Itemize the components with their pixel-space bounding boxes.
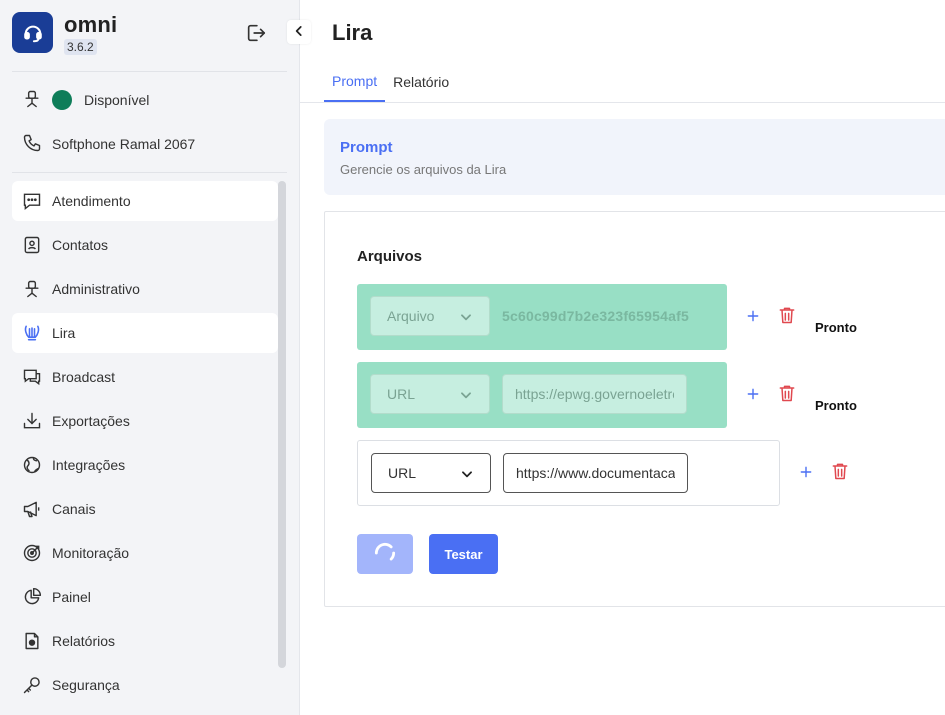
softphone[interactable]: Softphone Ramal 2067 bbox=[22, 133, 195, 155]
chevron-down-icon bbox=[459, 310, 473, 327]
file-type-select[interactable]: URL bbox=[370, 374, 490, 414]
sidebar-item-administrativo[interactable]: Administrativo bbox=[12, 269, 278, 309]
file-type-value: URL bbox=[387, 386, 416, 402]
sidebar-item-canais[interactable]: Canais bbox=[12, 489, 278, 529]
tabs-divider bbox=[300, 102, 945, 103]
status-label: Disponível bbox=[84, 92, 150, 108]
softphone-label: Softphone Ramal 2067 bbox=[52, 136, 196, 152]
tab-prompt[interactable]: Prompt bbox=[324, 62, 386, 102]
section-title: Prompt bbox=[340, 139, 393, 156]
chevron-left-icon bbox=[292, 24, 306, 41]
headset-desk-icon bbox=[22, 89, 42, 112]
sidebar-item-label: Atendimento bbox=[52, 193, 131, 209]
sidebar-item-broadcast[interactable]: Broadcast bbox=[12, 357, 278, 397]
tab-relatorio[interactable]: Relatório bbox=[385, 62, 457, 102]
sidebar-item-seguranca[interactable]: Segurança bbox=[12, 665, 278, 705]
section-header: Prompt Gerencie os arquivos da Lira bbox=[324, 119, 945, 195]
row-status: Pronto bbox=[815, 320, 857, 335]
lyre-icon bbox=[22, 323, 42, 343]
plus-icon bbox=[799, 465, 813, 482]
file-row: Arquivo 5c60c99d7b2e323f65954af5 bbox=[357, 284, 727, 350]
sidebar-item-label: Lira bbox=[52, 325, 76, 341]
sidebar-nav: Atendimento Contatos Administrativo Lira… bbox=[12, 181, 278, 709]
status-dot bbox=[52, 90, 72, 110]
tabs: Prompt Relatório bbox=[324, 62, 457, 102]
chat-bubbles-icon bbox=[22, 367, 42, 387]
sidebar-item-label: Monitoração bbox=[52, 545, 130, 561]
sidebar-item-label: Administrativo bbox=[52, 281, 140, 297]
chevron-down-icon bbox=[460, 467, 474, 484]
plus-icon bbox=[746, 309, 760, 326]
file-row: URL bbox=[357, 362, 727, 428]
url-input[interactable] bbox=[502, 374, 687, 414]
sidebar-item-painel[interactable]: Painel bbox=[12, 577, 278, 617]
sidebar-item-relatorios[interactable]: Relatórios bbox=[12, 621, 278, 661]
plus-icon bbox=[746, 387, 760, 404]
logout-icon[interactable] bbox=[245, 22, 267, 44]
sidebar: omni 3.6.2 Disponível Softphone Ramal 20… bbox=[0, 0, 300, 715]
trash-icon bbox=[777, 304, 797, 329]
pie-chart-icon bbox=[22, 587, 42, 607]
chat-dots-icon bbox=[22, 191, 42, 211]
megaphone-icon bbox=[22, 499, 42, 519]
page-title: Lira bbox=[332, 20, 373, 45]
omni-logo-icon bbox=[12, 12, 53, 53]
files-title: Arquivos bbox=[357, 248, 423, 265]
report-file-icon bbox=[22, 631, 42, 651]
sidebar-item-lira[interactable]: Lira bbox=[12, 313, 278, 353]
sidebar-item-label: Canais bbox=[52, 501, 96, 517]
file-type-select[interactable]: Arquivo bbox=[370, 296, 490, 336]
collapse-sidebar-button[interactable] bbox=[287, 20, 311, 44]
delete-row-button[interactable] bbox=[777, 383, 797, 405]
sidebar-item-integracoes[interactable]: Integrações bbox=[12, 445, 278, 485]
sidebar-item-atendimento[interactable]: Atendimento bbox=[12, 181, 278, 221]
delete-row-button[interactable] bbox=[830, 461, 850, 483]
phone-icon bbox=[22, 133, 42, 156]
sidebar-item-exportacoes[interactable]: Exportações bbox=[12, 401, 278, 441]
file-type-select[interactable]: URL bbox=[371, 453, 491, 493]
file-type-value: URL bbox=[388, 465, 417, 481]
trash-icon bbox=[830, 460, 850, 485]
sidebar-item-label: Painel bbox=[52, 589, 91, 605]
brand: omni 3.6.2 bbox=[12, 12, 117, 55]
headset-desk-icon bbox=[22, 279, 42, 299]
add-row-button[interactable] bbox=[743, 306, 763, 328]
sidebar-item-label: Exportações bbox=[52, 413, 130, 429]
target-icon bbox=[22, 543, 42, 563]
test-button[interactable]: Testar bbox=[429, 534, 498, 574]
delete-row-button[interactable] bbox=[777, 305, 797, 327]
chevron-down-icon bbox=[459, 388, 473, 405]
add-row-button[interactable] bbox=[796, 462, 816, 484]
sidebar-item-label: Relatórios bbox=[52, 633, 116, 649]
contact-card-icon bbox=[22, 235, 42, 255]
file-type-value: Arquivo bbox=[387, 308, 435, 324]
row-status: Pronto bbox=[815, 398, 857, 413]
loading-button[interactable] bbox=[357, 534, 413, 574]
divider bbox=[12, 172, 287, 173]
section-subtitle: Gerencie os arquivos da Lira bbox=[340, 162, 507, 177]
download-icon bbox=[22, 411, 42, 431]
key-icon bbox=[22, 675, 42, 695]
file-row: URL bbox=[357, 440, 780, 506]
sidebar-item-label: Contatos bbox=[52, 237, 109, 253]
spinner-icon bbox=[372, 540, 398, 569]
sidebar-item-label: Integrações bbox=[52, 457, 126, 473]
version-badge: 3.6.2 bbox=[64, 39, 97, 55]
globe-icon bbox=[22, 455, 42, 475]
add-row-button[interactable] bbox=[743, 384, 763, 406]
sidebar-scrollbar[interactable] bbox=[278, 181, 286, 668]
app-name: omni bbox=[64, 12, 118, 37]
sidebar-item-contatos[interactable]: Contatos bbox=[12, 225, 278, 265]
sidebar-item-label: Broadcast bbox=[52, 369, 116, 385]
divider bbox=[12, 71, 287, 72]
trash-icon bbox=[777, 382, 797, 407]
file-hash: 5c60c99d7b2e323f65954af5 bbox=[502, 308, 689, 324]
availability-status[interactable]: Disponível bbox=[22, 89, 149, 111]
sidebar-item-label: Segurança bbox=[52, 677, 120, 693]
sidebar-item-monitoracao[interactable]: Monitoração bbox=[12, 533, 278, 573]
url-input[interactable] bbox=[503, 453, 688, 493]
